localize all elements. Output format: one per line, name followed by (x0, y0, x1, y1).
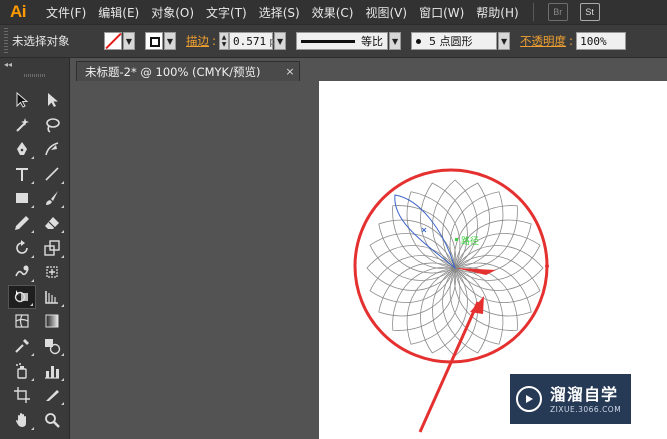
pointer-arrow (418, 301, 480, 433)
watermark: 溜溜自学 ZIXUE.3066.COM (510, 374, 631, 424)
pointer-arrowhead (470, 296, 484, 314)
play-logo-icon (516, 386, 542, 412)
edge-handle (545, 264, 549, 268)
smart-guide-label: 路径 (461, 235, 479, 247)
anchor-point (455, 238, 458, 241)
watermark-title: 溜溜自学 (550, 384, 619, 404)
watermark-url: ZIXUE.3066.COM (550, 404, 622, 414)
